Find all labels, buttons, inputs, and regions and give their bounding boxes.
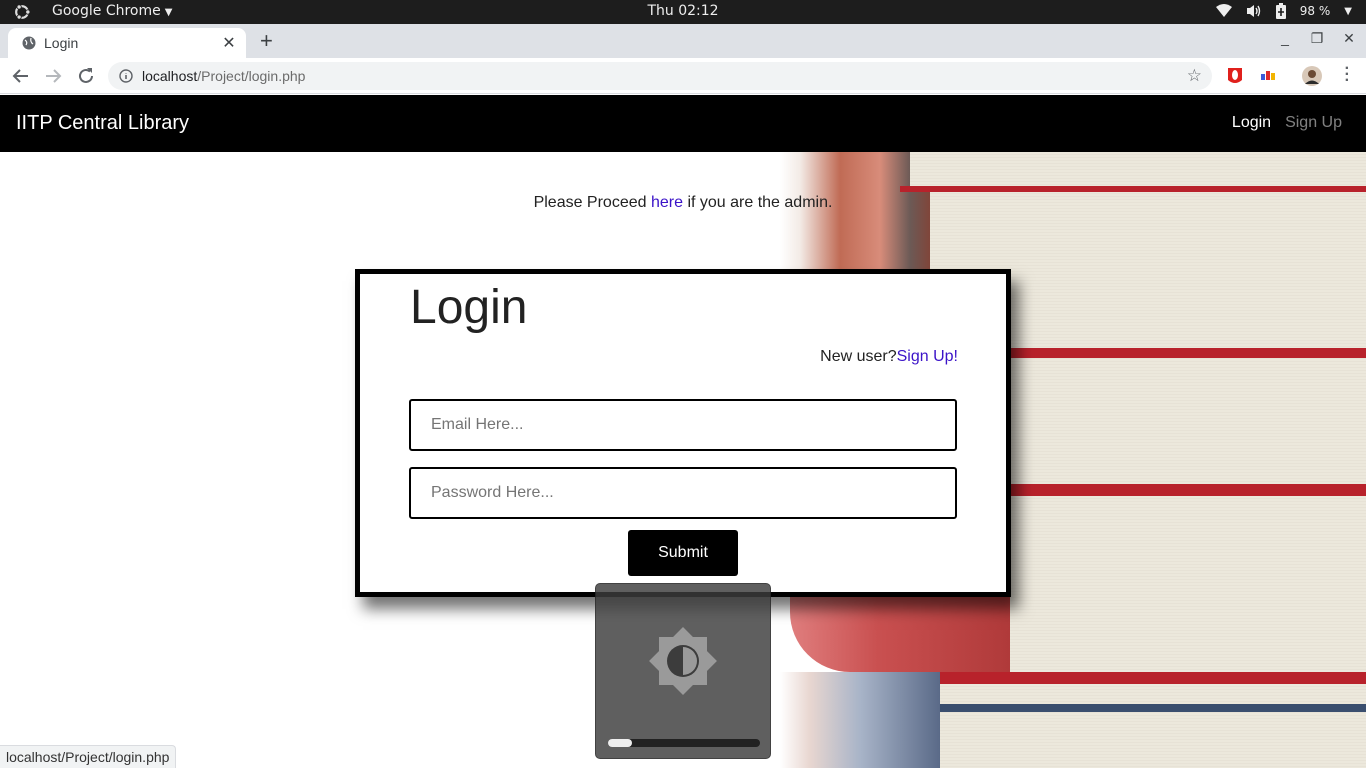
battery-percent: 98 %: [1299, 4, 1331, 18]
opera-extension-icon[interactable]: [1226, 66, 1244, 86]
address-bar[interactable]: localhost/Project/login.php ☆: [108, 62, 1212, 90]
bookmark-star-icon[interactable]: ☆: [1187, 66, 1202, 86]
new-tab-button[interactable]: +: [260, 28, 273, 54]
admin-notice-prefix: Please Proceed: [533, 194, 651, 211]
url-path: /Project/login.php: [197, 68, 306, 84]
close-icon[interactable]: ✕: [220, 33, 238, 53]
profile-avatar[interactable]: [1302, 66, 1322, 86]
password-input[interactable]: [409, 467, 957, 519]
status-url-bubble: localhost/Project/login.php: [0, 745, 177, 768]
chrome-menu-icon[interactable]: · · ·: [1345, 61, 1350, 89]
brightness-level-bar: [608, 739, 760, 747]
login-title: Login: [410, 281, 528, 334]
tab-title: Login: [44, 35, 79, 51]
url-text[interactable]: localhost/Project/login.php: [142, 68, 305, 84]
restore-icon[interactable]: ❐: [1310, 30, 1324, 47]
url-host: localhost: [142, 68, 198, 84]
signup-link[interactable]: Sign Up!: [897, 348, 958, 365]
system-tray[interactable]: 98 % ▼: [1215, 3, 1352, 19]
tab-strip: Login ✕ + _ ❐ ✕: [0, 24, 1366, 58]
back-arrow-icon[interactable]: [10, 65, 32, 87]
reload-icon[interactable]: [75, 65, 97, 87]
extension-bars-icon[interactable]: [1260, 66, 1276, 86]
admin-notice-suffix: if you are the admin.: [683, 194, 833, 211]
window-controls: _ ❐ ✕: [1278, 30, 1356, 47]
submit-button[interactable]: Submit: [628, 530, 738, 576]
battery-icon: [1275, 3, 1286, 19]
brightness-osd: [595, 583, 771, 759]
clock[interactable]: Thu 02:12: [0, 3, 1366, 19]
brightness-icon: [649, 627, 717, 695]
email-input[interactable]: [409, 399, 957, 451]
globe-icon: [22, 36, 36, 50]
nav-signup-link[interactable]: Sign Up: [1285, 114, 1342, 132]
browser-toolbar: localhost/Project/login.php ☆ · · ·: [0, 58, 1366, 94]
minimize-icon[interactable]: _: [1278, 30, 1292, 47]
nav-links: Login Sign Up: [1232, 114, 1342, 132]
brightness-level-fill: [608, 739, 633, 747]
admin-link[interactable]: here: [651, 194, 683, 211]
new-user-prompt: New user?Sign Up!: [820, 348, 958, 366]
site-brand[interactable]: IITP Central Library: [16, 112, 189, 135]
close-window-icon[interactable]: ✕: [1342, 30, 1356, 47]
volume-icon: [1246, 5, 1260, 17]
web-page: IITP Central Library Login Sign Up Pleas…: [0, 95, 1366, 768]
wifi-icon: [1215, 4, 1232, 17]
forward-arrow-icon[interactable]: [42, 65, 64, 87]
nav-login-link[interactable]: Login: [1232, 114, 1271, 132]
new-user-text: New user?: [820, 348, 897, 365]
site-navbar: IITP Central Library Login Sign Up: [0, 95, 1366, 152]
login-card: Login New user?Sign Up! Submit: [355, 269, 1011, 597]
browser-tab[interactable]: Login ✕: [8, 28, 246, 58]
info-icon[interactable]: [119, 69, 133, 83]
os-top-bar: Google Chrome ▼ Thu 02:12 98 % ▼: [0, 0, 1366, 24]
admin-notice: Please Proceed here if you are the admin…: [0, 194, 1366, 212]
chevron-down-icon: ▼: [1344, 5, 1352, 17]
